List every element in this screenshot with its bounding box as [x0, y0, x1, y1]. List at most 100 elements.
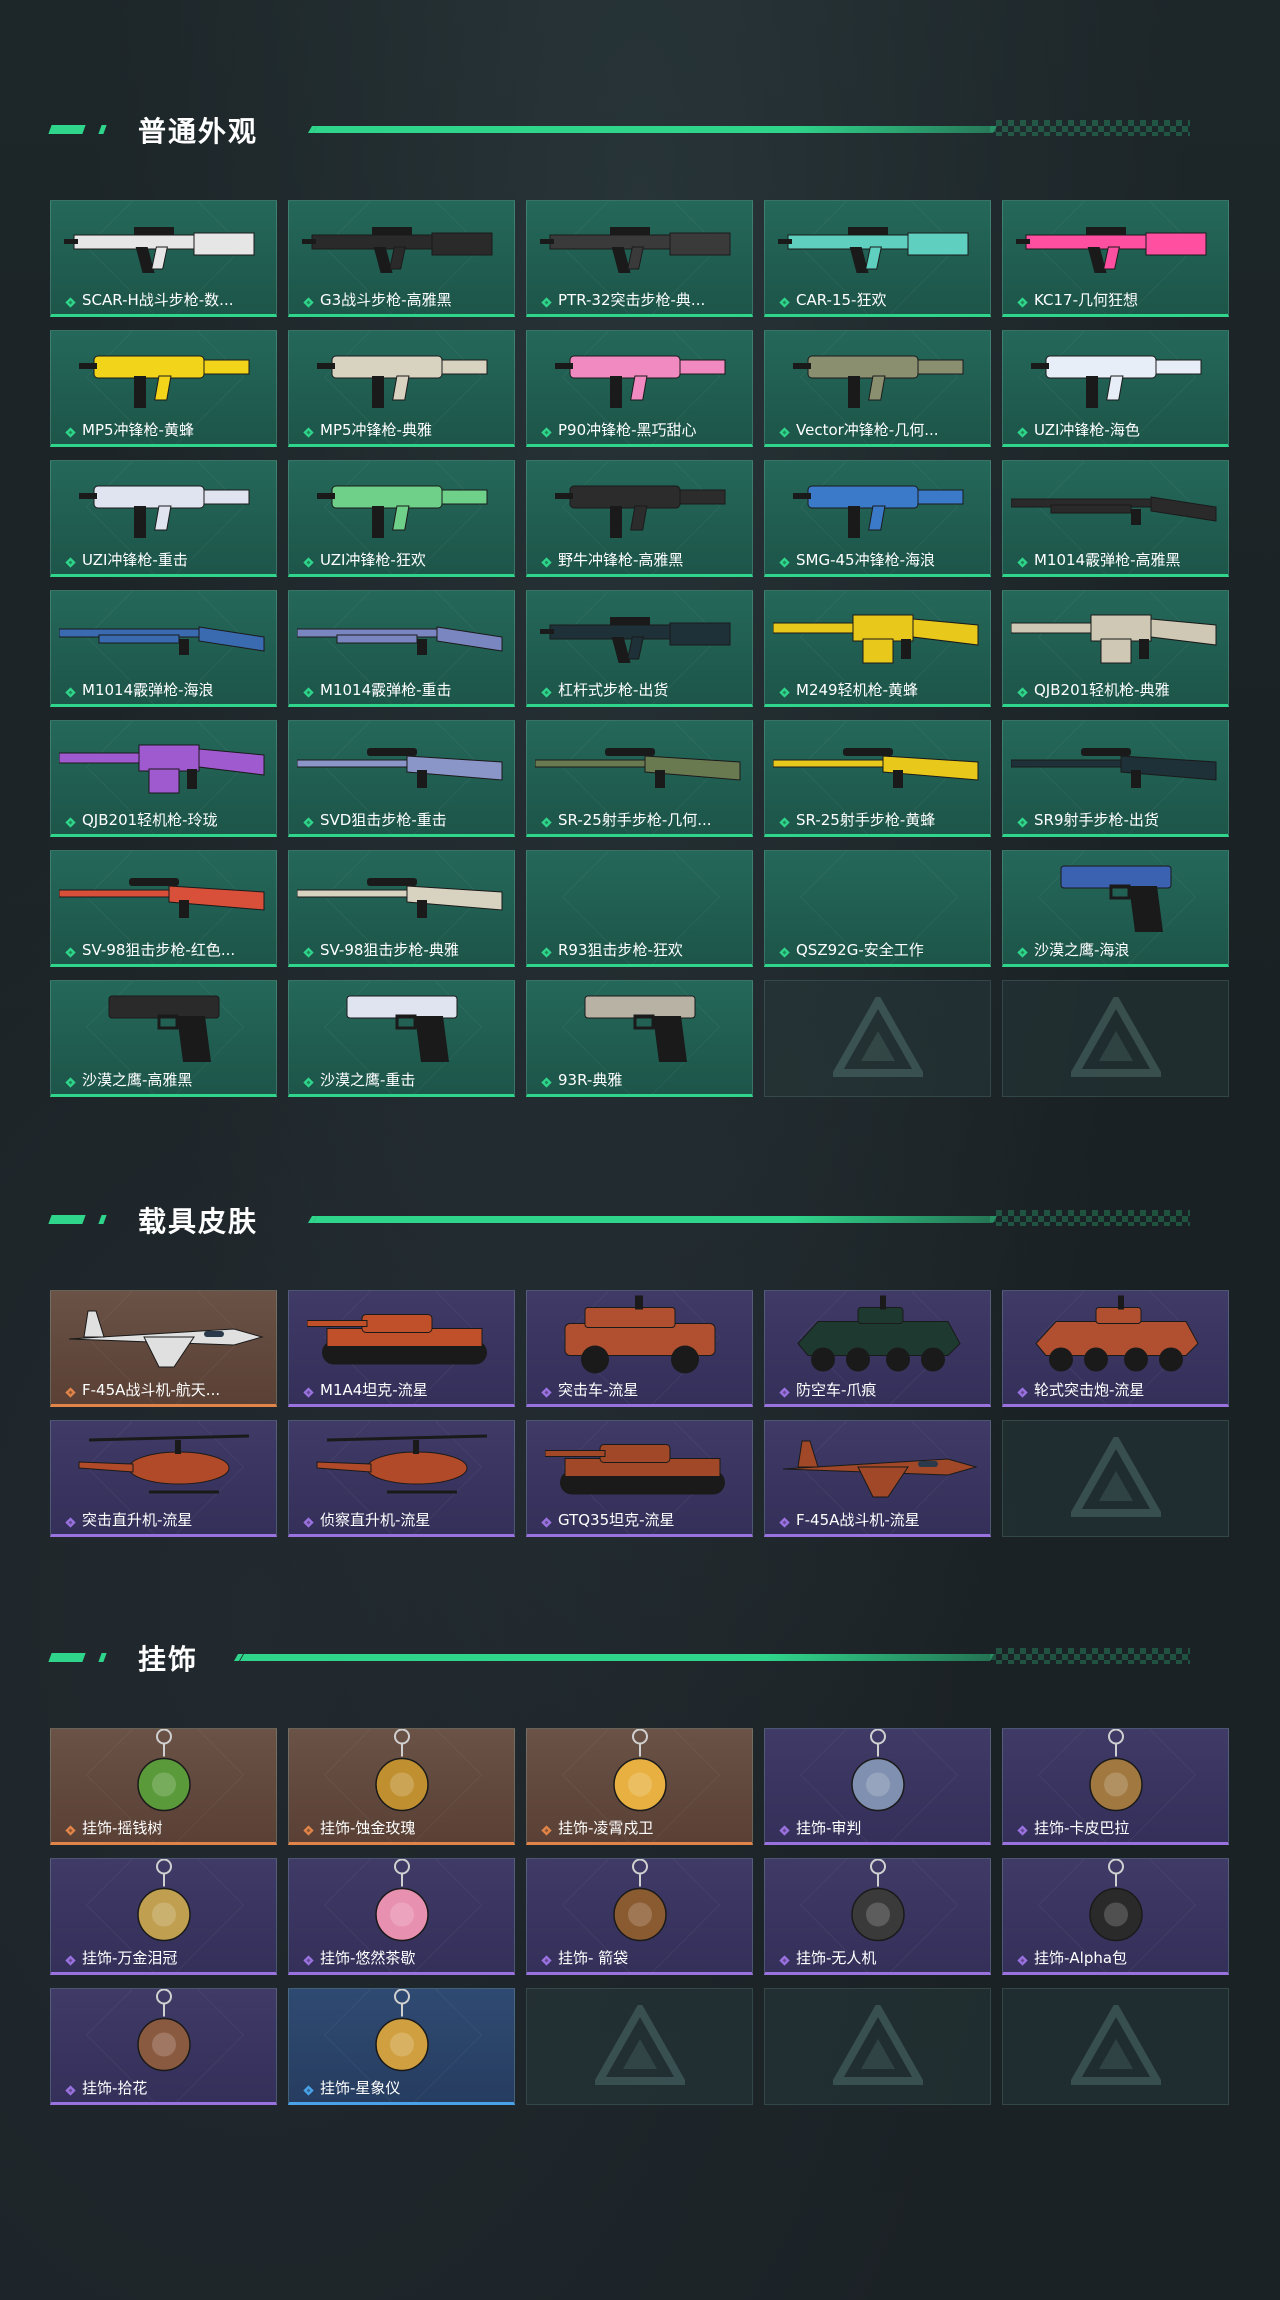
item-card[interactable]: 挂饰-悠然茶歇: [288, 1858, 515, 1975]
item-card[interactable]: 突击直升机-流星: [50, 1420, 277, 1537]
item-card[interactable]: SV-98狙击步枪-红色...: [50, 850, 277, 967]
item-label: 93R-典雅: [541, 1069, 746, 1090]
rarity-icon: [65, 1074, 76, 1088]
item-card[interactable]: QJB201轻机枪-玲珑: [50, 720, 277, 837]
item-card[interactable]: SR9射手步枪-出货: [1002, 720, 1229, 837]
item-card[interactable]: UZI冲锋枪-狂欢: [288, 460, 515, 577]
item-card[interactable]: QSZ92G-安全工作: [764, 850, 991, 967]
item-card[interactable]: F-45A战斗机-流星: [764, 1420, 991, 1537]
item-label: SV-98狙击步枪-典雅: [303, 939, 508, 960]
item-label: 挂饰-蚀金玫瑰: [303, 1817, 508, 1838]
item-card[interactable]: UZI冲锋枪-海色: [1002, 330, 1229, 447]
smg-icon: [788, 336, 968, 420]
item-label: 侦察直升机-流星: [303, 1509, 508, 1530]
item-label: 挂饰-拾花: [65, 2077, 270, 2098]
item-card[interactable]: M249轻机枪-黄蜂: [764, 590, 991, 707]
item-card[interactable]: GTQ35坦克-流星: [526, 1420, 753, 1537]
item-card[interactable]: 野牛冲锋枪-高雅黑: [526, 460, 753, 577]
item-card[interactable]: 挂饰-卡皮巴拉: [1002, 1728, 1229, 1845]
smg-icon: [74, 466, 254, 550]
pistol-icon: [337, 986, 467, 1070]
item-card[interactable]: 挂饰-蚀金玫瑰: [288, 1728, 515, 1845]
header-accent: [48, 1653, 86, 1662]
item-card[interactable]: SCAR-H战斗步枪-数...: [50, 200, 277, 317]
charm-burger-icon: [124, 1859, 204, 1956]
item-label: M1A4坦克-流星: [303, 1379, 508, 1400]
item-card[interactable]: SV-98狙击步枪-典雅: [288, 850, 515, 967]
item-card[interactable]: MP5冲锋枪-黄蜂: [50, 330, 277, 447]
item-card[interactable]: 轮式突击炮-流星: [1002, 1290, 1229, 1407]
item-card[interactable]: 沙漠之鹰-重击: [288, 980, 515, 1097]
item-card[interactable]: UZI冲锋枪-重击: [50, 460, 277, 577]
item-card[interactable]: M1014霰弹枪-高雅黑: [1002, 460, 1229, 577]
rifle-icon: [777, 211, 978, 285]
item-card[interactable]: SMG-45冲锋枪-海浪: [764, 460, 991, 577]
empty-slot: [1002, 1988, 1229, 2105]
item-card[interactable]: 沙漠之鹰-高雅黑: [50, 980, 277, 1097]
item-grid: SCAR-H战斗步枪-数... G3战斗步枪-高雅黑 PTR-32突击步枪-典.…: [50, 200, 1229, 1097]
tank-icon: [544, 1429, 735, 1508]
item-card[interactable]: 挂饰-摇钱树: [50, 1728, 277, 1845]
helicopter-icon: [69, 1426, 259, 1510]
item-card[interactable]: KC17-几何狂想: [1002, 200, 1229, 317]
header-pattern: [990, 1210, 1190, 1226]
rarity-icon: [303, 684, 314, 698]
item-label: QSZ92G-安全工作: [779, 939, 984, 960]
item-card[interactable]: F-45A战斗机-航天...: [50, 1290, 277, 1407]
item-label: M249轻机枪-黄蜂: [779, 679, 984, 700]
header-bar: [239, 1654, 995, 1661]
item-card[interactable]: 沙漠之鹰-海浪: [1002, 850, 1229, 967]
section-header: 挂饰: [48, 1636, 1230, 1676]
item-label: SVD狙击步枪-重击: [303, 809, 508, 830]
item-label: 沙漠之鹰-海浪: [1017, 939, 1222, 960]
item-card[interactable]: G3战斗步枪-高雅黑: [288, 200, 515, 317]
rarity-icon: [779, 294, 790, 308]
helicopter-icon: [307, 1426, 497, 1510]
item-card[interactable]: 93R-典雅: [526, 980, 753, 1097]
item-card[interactable]: R93狙击步枪-狂欢: [526, 850, 753, 967]
item-card[interactable]: 挂饰-拾花: [50, 1988, 277, 2105]
item-card[interactable]: 挂饰-Alpha包: [1002, 1858, 1229, 1975]
item-card[interactable]: 挂饰-无人机: [764, 1858, 991, 1975]
item-card[interactable]: SVD狙击步枪-重击: [288, 720, 515, 837]
item-name: 挂饰-无人机: [796, 1949, 877, 1967]
item-label: PTR-32突击步枪-典...: [541, 289, 746, 310]
item-card[interactable]: 挂饰- 箭袋: [526, 1858, 753, 1975]
item-card[interactable]: 挂饰-万金泪冠: [50, 1858, 277, 1975]
rarity-icon: [779, 944, 790, 958]
item-card[interactable]: M1014霰弹枪-重击: [288, 590, 515, 707]
item-label: 挂饰- 箭袋: [541, 1947, 746, 1968]
item-card[interactable]: 挂饰-审判: [764, 1728, 991, 1845]
rifle-icon: [63, 211, 264, 285]
shotgun-icon: [296, 611, 507, 665]
item-card[interactable]: CAR-15-狂欢: [764, 200, 991, 317]
item-label: MP5冲锋枪-典雅: [303, 419, 508, 440]
item-card[interactable]: 挂饰-星象仪: [288, 1988, 515, 2105]
item-card[interactable]: MP5冲锋枪-典雅: [288, 330, 515, 447]
item-card[interactable]: PTR-32突击步枪-典...: [526, 200, 753, 317]
empty-slot: [764, 980, 991, 1097]
item-card[interactable]: 侦察直升机-流星: [288, 1420, 515, 1537]
item-card[interactable]: 防空车-爪痕: [764, 1290, 991, 1407]
item-card[interactable]: SR-25射手步枪-几何...: [526, 720, 753, 837]
item-name: F-45A战斗机-流星: [796, 1511, 920, 1529]
item-card[interactable]: M1A4坦克-流星: [288, 1290, 515, 1407]
item-name: M249轻机枪-黄蜂: [796, 681, 918, 699]
item-card[interactable]: 挂饰-凌霄戍卫: [526, 1728, 753, 1845]
item-name: SR-25射手步枪-黄蜂: [796, 811, 936, 829]
item-card[interactable]: SR-25射手步枪-黄蜂: [764, 720, 991, 837]
item-card[interactable]: 突击车-流星: [526, 1290, 753, 1407]
item-grid: 挂饰-摇钱树 挂饰-蚀金玫瑰 挂饰-凌霄戍卫 挂饰-审判 挂饰-卡皮巴拉 挂饰-…: [50, 1728, 1229, 2105]
item-card[interactable]: 杠杆式步枪-出货: [526, 590, 753, 707]
charm-astrolabe-icon: [362, 1989, 442, 2086]
rarity-icon: [303, 1384, 314, 1398]
item-card[interactable]: QJB201轻机枪-典雅: [1002, 590, 1229, 707]
item-name: 杠杆式步枪-出货: [558, 681, 669, 699]
item-card[interactable]: Vector冲锋枪-几何...: [764, 330, 991, 447]
item-name: KC17-几何狂想: [1034, 291, 1138, 309]
item-card[interactable]: P90冲锋枪-黑巧甜心: [526, 330, 753, 447]
logo-placeholder-icon: [1067, 992, 1164, 1081]
item-label: 挂饰-摇钱树: [65, 1817, 270, 1838]
item-label: SR-25射手步枪-几何...: [541, 809, 746, 830]
item-card[interactable]: M1014霰弹枪-海浪: [50, 590, 277, 707]
